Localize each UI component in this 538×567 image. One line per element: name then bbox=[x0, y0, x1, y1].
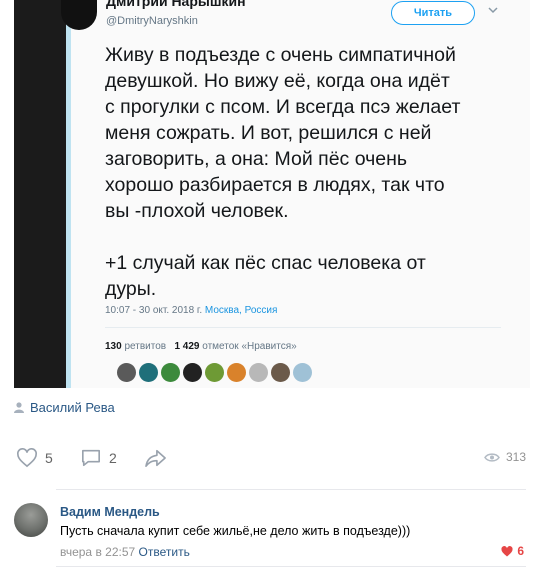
comment-text: Пусть сначала купит себе жильё,не дело ж… bbox=[60, 524, 411, 538]
share-icon bbox=[145, 449, 166, 467]
like-count: 5 bbox=[45, 450, 53, 466]
tweet-accent-bar bbox=[66, 0, 71, 388]
liker-avatar bbox=[139, 363, 158, 382]
heart-filled-icon bbox=[501, 545, 513, 556]
like-button[interactable]: 5 bbox=[16, 448, 53, 468]
tweet-likes-count: 1 429 bbox=[174, 341, 200, 352]
tweet-retweets-label: ретвитов bbox=[124, 341, 167, 352]
comment-time[interactable]: вчера в 22:57 bbox=[60, 545, 135, 559]
comment-like-count: 6 bbox=[517, 544, 524, 558]
tweet-likes-label: отметок «Нравится» bbox=[202, 341, 297, 352]
share-button[interactable] bbox=[144, 448, 168, 468]
comment-count: 2 bbox=[109, 450, 117, 466]
post-author[interactable]: Василий Рева bbox=[14, 400, 115, 415]
heart-icon bbox=[17, 448, 37, 468]
comment-avatar[interactable] bbox=[14, 503, 48, 537]
liker-avatar bbox=[161, 363, 180, 382]
post-author-name[interactable]: Василий Рева bbox=[30, 400, 115, 415]
tweet-timestamp: 10:07 - 30 окт. 2018 г. bbox=[105, 305, 203, 316]
tweet-location: Москва, Россия bbox=[204, 305, 278, 316]
liker-avatar bbox=[227, 363, 246, 382]
comment-icon bbox=[82, 449, 100, 467]
views-counter: 313 bbox=[484, 450, 526, 464]
liker-avatar bbox=[271, 363, 290, 382]
views-count: 313 bbox=[505, 450, 526, 464]
eye-icon bbox=[484, 452, 500, 462]
tweet-divider bbox=[105, 327, 501, 328]
comment-author[interactable]: Вадим Мендель bbox=[60, 505, 160, 519]
comments-divider bbox=[56, 489, 526, 490]
tweet-retweets-count: 130 bbox=[105, 341, 122, 352]
comment-like-button[interactable]: 6 bbox=[501, 544, 524, 558]
comment-meta: вчера в 22:57 Ответить bbox=[60, 545, 190, 559]
tweet-meta: 10:07 - 30 окт. 2018 г. Москва, Россия bbox=[105, 305, 277, 316]
liker-avatar bbox=[205, 363, 224, 382]
tweet-stats: 130 ретвитов 1 429 отметок «Нравится» bbox=[105, 341, 297, 352]
tweet-author-name: Дмитрий Нарышкин bbox=[106, 0, 246, 9]
tweet-image[interactable]: Дмитрий Нарышкин @DmitryNaryshkin Читать… bbox=[14, 0, 530, 388]
tweet-author-handle: @DmitryNaryshkin bbox=[106, 15, 198, 27]
post-actions: 5 2 313 bbox=[14, 448, 526, 472]
liker-avatar bbox=[293, 363, 312, 382]
liker-avatar bbox=[183, 363, 202, 382]
liker-avatar bbox=[117, 363, 136, 382]
tweet-likers-avatars bbox=[117, 363, 312, 382]
tweet-follow-button: Читать bbox=[391, 1, 475, 25]
liker-avatar bbox=[249, 363, 268, 382]
comment-button[interactable]: 2 bbox=[80, 448, 117, 468]
user-icon bbox=[14, 402, 24, 413]
comment-reply-link[interactable]: Ответить bbox=[139, 545, 190, 559]
tweet-text: Живу в подъезде с очень симпатичной деву… bbox=[105, 44, 461, 300]
chevron-down-icon bbox=[488, 7, 498, 14]
